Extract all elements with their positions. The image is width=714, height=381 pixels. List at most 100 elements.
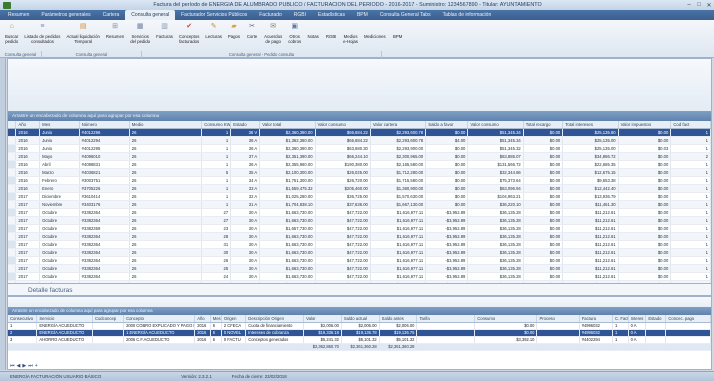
table-row[interactable]: 2017 Diciembre #3610414 26 1 32 A $1,025,280.0…	[8, 192, 711, 201]
table-row[interactable]: 2017 Octubre #3382364 26 25 30 A $1,663,730.00…	[8, 264, 711, 273]
table-row[interactable]: 2016 Enero #3705226 26 1 33 A $1,559,475.32 $20…	[8, 184, 711, 193]
table-row[interactable]: 2016 Marzo #4036821 26 5 35 A $2,100,300.00 $26…	[8, 168, 711, 177]
column-header[interactable]: Consecutivo	[8, 315, 38, 323]
menu-item[interactable]: Cartera	[97, 10, 126, 20]
row-selector[interactable]	[8, 232, 17, 241]
row-selector[interactable]	[8, 216, 17, 225]
column-header[interactable]: Mes	[210, 315, 222, 323]
column-header[interactable]: Saldo actual	[341, 315, 380, 323]
table-row[interactable]: 1 ENERGÍA ACUEDUCTO 2000 COBRO EXPLICADO Y…	[8, 322, 711, 330]
column-header[interactable]: Total recargo	[523, 121, 564, 129]
column-header[interactable]: Consumo	[474, 315, 538, 323]
table-row[interactable]: 2017 Octubre #3382364 26 31 30 A $1,663,730.00…	[8, 240, 711, 249]
row-selector[interactable]	[8, 272, 17, 281]
column-header[interactable]: Interes	[628, 315, 647, 323]
column-header[interactable]: Consumo KWatt	[201, 121, 232, 129]
table-row[interactable]: 2016 Mayo #4096010 26 1 37 A $2,351,390.00 $66,…	[8, 152, 711, 161]
table-row[interactable]: 2017 Octubre #3382364 26 24 30 A $1,663,730.00…	[8, 272, 711, 281]
detail-group-by-hint[interactable]: Arrastre un encabezado de columna aquí p…	[8, 307, 711, 315]
table-row[interactable]: 2017 Octubre #3382364 26 27 30 A $1,663,730.00…	[8, 216, 711, 225]
column-header[interactable]: Medio	[129, 121, 203, 129]
column-header[interactable]: Total intereses	[562, 121, 619, 129]
table-row[interactable]: 2017 Noviembre #3403176 26 1 31 A $1,704,838.1…	[8, 200, 711, 209]
column-header[interactable]: Concepto	[123, 315, 196, 323]
row-selector[interactable]	[8, 264, 17, 273]
table-row[interactable]: 2016 Abril #4098831 26 1 36 A $2,355,960.00 $19…	[8, 160, 711, 169]
next-record-icon[interactable]: ▶	[22, 363, 26, 369]
row-selector[interactable]	[8, 224, 17, 233]
column-header[interactable]: Valor cartera	[370, 121, 427, 129]
table-row[interactable]: 2017 Octubre #3382364 26 27 30 A $1,663,730.00…	[8, 208, 711, 217]
column-header[interactable]: Valor consumo	[467, 121, 524, 129]
column-header[interactable]: Año	[15, 121, 41, 129]
column-header[interactable]: Codconcep	[92, 315, 125, 323]
row-selector[interactable]	[8, 200, 17, 209]
menu-item[interactable]: BPM	[351, 10, 374, 20]
menu-item[interactable]: Resumen	[2, 10, 35, 20]
column-header[interactable]: Valor impuestos	[618, 121, 672, 129]
row-selector[interactable]	[8, 248, 17, 257]
last-record-icon[interactable]: ⏭	[28, 363, 33, 369]
row-selector[interactable]	[8, 152, 17, 161]
side-collapse-strip[interactable]	[0, 58, 6, 370]
close-button[interactable]: ✕	[704, 2, 714, 9]
menu-item[interactable]: RGBI	[288, 10, 312, 20]
menu-item[interactable]: Facturado	[253, 10, 288, 20]
table-row[interactable]: 2016 Febrero #3003751 26 1 34 A $1,751,300.00 $…	[8, 176, 711, 185]
column-header[interactable]: Número	[79, 121, 130, 129]
table-row[interactable]: 2017 Octubre #3382364 26 28 30 A $1,663,730.00…	[8, 232, 711, 241]
menu-item[interactable]: Tablas de información	[437, 10, 498, 20]
row-selector[interactable]	[8, 176, 17, 185]
table-row[interactable]: 2017 Octubre #3382359 26 23 30 A $1,657,730.00…	[8, 224, 711, 233]
first-record-icon[interactable]: ⏮	[10, 363, 15, 369]
column-header[interactable]: C. Fact	[612, 315, 629, 323]
table-cell: AHORRO ACUEDUCTO	[36, 336, 93, 344]
column-header[interactable]: Saldo a favor	[425, 121, 469, 129]
column-header[interactable]: Valor	[303, 315, 342, 323]
menu-item[interactable]: Facturador Servicios Públicos	[175, 10, 253, 20]
table-row[interactable]: 2 ENERGÍA ACUEDUCTO 1 ENERGÍA ACUEDUCTO 201…	[8, 329, 711, 337]
detail-section-title[interactable]: Detalle facturas	[7, 283, 712, 296]
row-selector[interactable]	[8, 160, 17, 169]
table-row[interactable]: 2017 Octubre #3382364 26 30 30 A $1,663,730.00…	[8, 248, 711, 257]
column-header[interactable]: Año	[194, 315, 211, 323]
column-header[interactable]: Estado	[645, 315, 667, 323]
minimize-button[interactable]: –	[684, 2, 694, 8]
column-header[interactable]: Estado	[230, 121, 261, 129]
menu-item[interactable]: Parámetros generales	[35, 10, 96, 20]
table-row[interactable]: 2016 Junio #4012294 26 1 36 A $1,362,360.00 $66…	[8, 136, 711, 145]
column-header[interactable]: Saldo antes	[379, 315, 418, 323]
column-header[interactable]: Descripción Origen	[245, 315, 305, 323]
table-cell: #4098831	[79, 160, 130, 169]
table-row[interactable]: 3 AHORRO ACUEDUCTO 2006 C.F.ACUEDUCTO 2016 6…	[8, 336, 711, 344]
column-header[interactable]: Tarifa	[416, 315, 476, 323]
add-record-icon[interactable]: +	[35, 363, 38, 369]
column-header[interactable]: Valor consumo	[315, 121, 371, 129]
menu-item[interactable]: Consulta general	[125, 10, 176, 20]
row-selector[interactable]	[8, 192, 17, 201]
column-header[interactable]: Origen	[221, 315, 247, 323]
table-row[interactable]: 2016 Junio #4012296 26 1 36 V $2,360,390.00 $66…	[8, 128, 711, 137]
column-header[interactable]: Mes	[39, 121, 80, 129]
row-selector[interactable]	[8, 168, 17, 177]
column-header[interactable]: Valor total	[259, 121, 316, 129]
column-header[interactable]: Servicio	[36, 315, 93, 323]
row-selector[interactable]	[8, 184, 17, 193]
row-selector[interactable]	[8, 144, 17, 153]
row-selector[interactable]	[8, 256, 17, 265]
table-row[interactable]: 2017 Octubre #3382364 26 26 30 A $1,663,730.00…	[8, 256, 711, 265]
group-by-hint[interactable]: Arrastre un encabezado de columna aquí p…	[8, 111, 711, 121]
row-selector[interactable]	[8, 136, 17, 145]
column-header[interactable]: Proceso	[536, 315, 580, 323]
maximize-button[interactable]: □	[694, 2, 704, 8]
menu-item[interactable]: Estadísticas	[312, 10, 351, 20]
row-selector[interactable]	[8, 240, 17, 249]
row-selector[interactable]	[8, 128, 17, 137]
column-header[interactable]: Cod fact	[670, 121, 711, 129]
column-header[interactable]: Concec. pago	[665, 315, 711, 323]
table-row[interactable]: 2016 Junio #4012295 26 1 36 A $2,360,390.00 $63…	[8, 144, 711, 153]
prev-record-icon[interactable]: ◀	[17, 363, 21, 369]
column-header[interactable]: Factura	[579, 315, 614, 323]
row-selector[interactable]	[8, 208, 17, 217]
menu-item[interactable]: Consulta General Tabs	[374, 10, 437, 20]
